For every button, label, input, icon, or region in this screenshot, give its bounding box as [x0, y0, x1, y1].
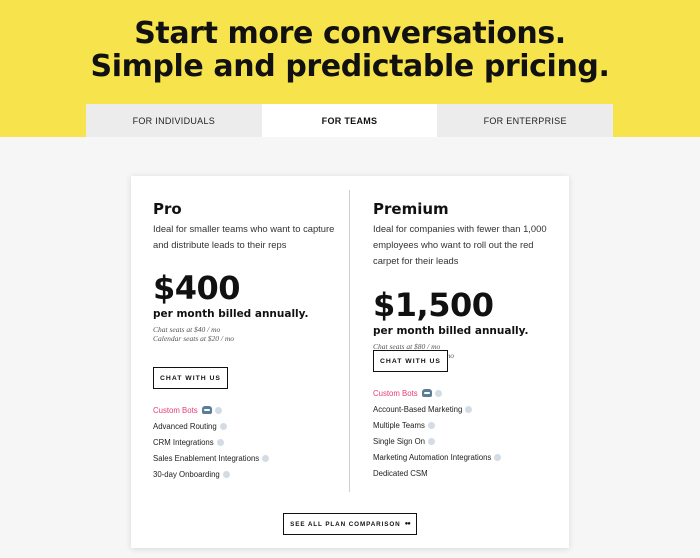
pricing-card: Pro Ideal for smaller teams who want to … [131, 176, 569, 548]
seat-price-calendar: Calendar seats at $20 / mo [153, 333, 235, 343]
plan-description: Ideal for smaller teams who want to capt… [153, 223, 335, 250]
feature-list: Custom Bots Account-Based Marketing Mult… [373, 386, 502, 482]
info-icon[interactable] [219, 422, 227, 430]
price-block: $400 per month billed annually. Chat sea… [153, 270, 309, 343]
plan-premium: Premium Ideal for companies with fewer t… [373, 200, 558, 478]
info-icon[interactable] [262, 454, 270, 462]
feature-label: Multiple Teams [373, 421, 425, 430]
info-icon[interactable] [434, 389, 442, 397]
info-icon[interactable] [214, 406, 222, 414]
feature-label: Custom Bots [373, 389, 418, 398]
tab-for-enterprise[interactable]: FOR ENTERPRISE [437, 104, 614, 137]
page-title: Start more conversations. Simple and pre… [0, 17, 700, 83]
feature-label: CRM Integrations [153, 438, 214, 447]
feature-item[interactable]: Custom Bots [153, 403, 269, 419]
feature-item: Multiple Teams [373, 418, 501, 434]
plan-pro: Pro Ideal for smaller teams who want to … [153, 200, 338, 479]
info-icon[interactable] [222, 470, 230, 478]
feature-item: Dedicated CSM [373, 466, 501, 482]
feature-item: Single Sign On [373, 434, 501, 450]
info-icon[interactable] [494, 453, 502, 461]
info-icon[interactable] [427, 421, 435, 429]
eyes-icon: ●● [404, 521, 411, 527]
feature-list: Custom Bots Advanced Routing CRM Integra… [153, 403, 270, 483]
plan-price: $400 [153, 269, 241, 307]
info-icon[interactable] [216, 438, 224, 446]
plan-name: Pro [153, 200, 182, 218]
tab-for-individuals[interactable]: FOR INDIVIDUALS [86, 104, 262, 137]
bot-icon [201, 406, 212, 414]
feature-label: Dedicated CSM [373, 469, 428, 478]
tab-for-teams[interactable]: FOR TEAMS [261, 104, 438, 137]
feature-item: Marketing Automation Integrations [373, 450, 502, 466]
plan-price: $1,500 [373, 286, 494, 324]
plan-tabs: FOR INDIVIDUALS FOR TEAMS FOR ENTERPRISE [86, 104, 614, 137]
feature-label: Advanced Routing [153, 422, 217, 431]
compare-button-label: SEE ALL PLAN COMPARISON [290, 520, 401, 528]
billing-period: per month billed annually. [373, 325, 529, 337]
feature-label: 30-day Onboarding [153, 470, 220, 479]
page-title-line-1: Start more conversations. [134, 16, 566, 51]
billing-period: per month billed annually. [153, 308, 309, 320]
chat-with-us-button[interactable]: CHAT WITH US [153, 367, 228, 389]
feature-item: 30-day Onboarding [153, 467, 269, 483]
feature-item: Sales Enablement Integrations [153, 451, 270, 467]
plan-description: Ideal for companies with fewer than 1,00… [373, 223, 547, 266]
page-title-line-2: Simple and predictable pricing. [90, 49, 610, 84]
feature-label: Account-Based Marketing [373, 405, 463, 414]
plan-name: Premium [373, 200, 449, 218]
info-icon[interactable] [428, 437, 436, 445]
bot-icon [421, 389, 432, 397]
see-all-plan-comparison-button[interactable]: SEE ALL PLAN COMPARISON ●● [283, 513, 417, 535]
feature-label: Single Sign On [373, 437, 426, 446]
feature-item: Advanced Routing [153, 419, 269, 435]
feature-label: Custom Bots [153, 406, 198, 415]
feature-item[interactable]: Custom Bots [373, 386, 501, 402]
feature-label: Sales Enablement Integrations [153, 454, 260, 463]
seat-pricing: Chat seats at $40 / mo Calendar seats at… [153, 325, 309, 343]
feature-item: Account-Based Marketing [373, 402, 501, 418]
feature-item: CRM Integrations [153, 435, 269, 451]
chat-with-us-button[interactable]: CHAT WITH US [373, 350, 448, 372]
plan-divider [349, 190, 350, 492]
info-icon[interactable] [465, 405, 473, 413]
feature-label: Marketing Automation Integrations [373, 453, 492, 462]
